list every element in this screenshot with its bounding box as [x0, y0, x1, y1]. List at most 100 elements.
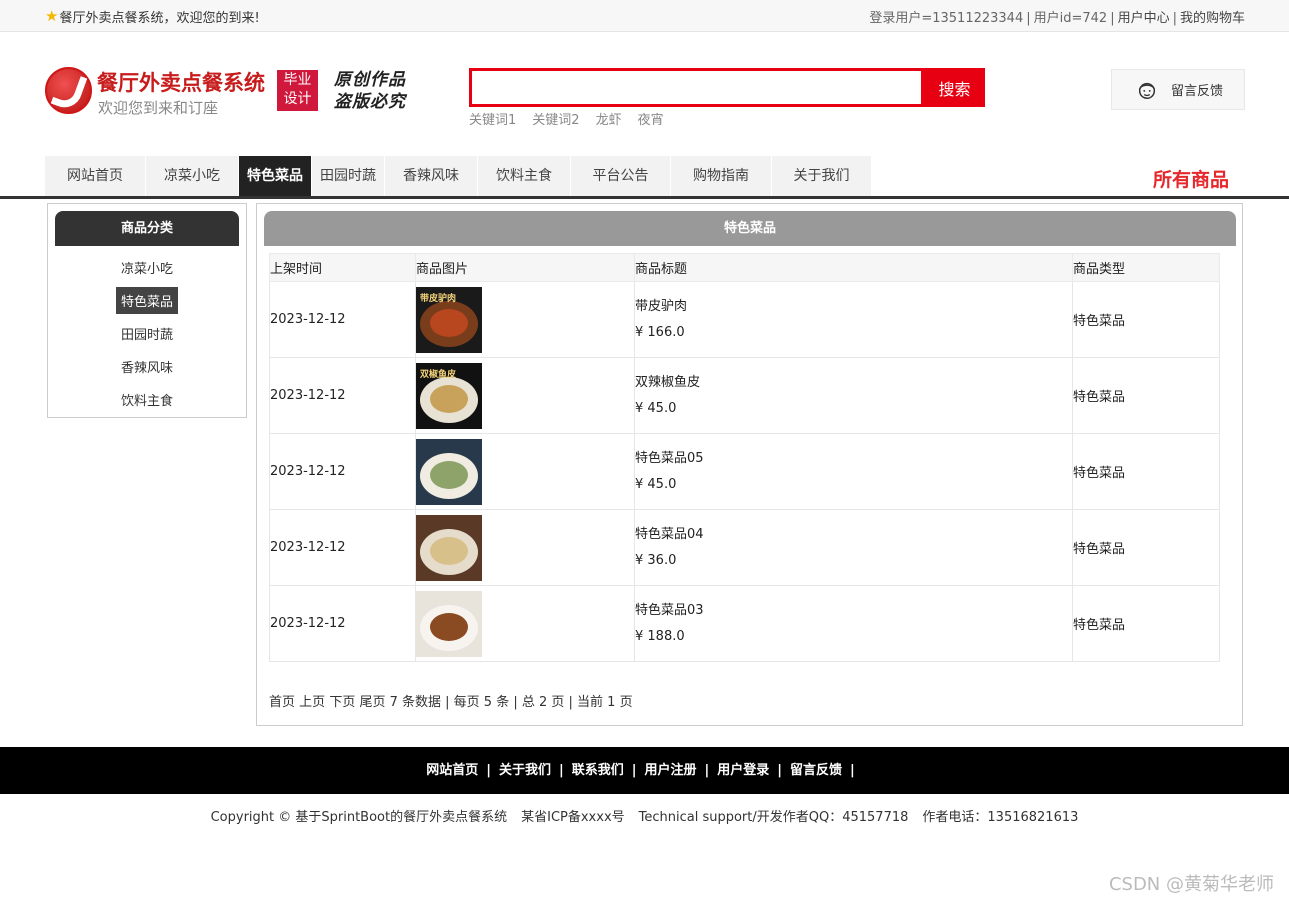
support-text: Technical support/开发作者QQ：45157718	[638, 810, 909, 825]
dish-image[interactable]	[416, 514, 482, 581]
user-center-link[interactable]: 用户中心	[1118, 11, 1170, 26]
nav-item[interactable]: 特色菜品	[239, 156, 311, 196]
footer-separator: |	[631, 763, 637, 778]
cart-link[interactable]: 我的购物车	[1180, 11, 1245, 26]
category-item[interactable]: 凉菜小吃	[48, 251, 246, 284]
footer-link[interactable]: 关于我们	[499, 763, 551, 778]
nav-item[interactable]: 饮料主食	[478, 156, 570, 196]
goods-price: ¥ 45.0	[635, 476, 677, 492]
cell-type: 特色菜品	[1072, 357, 1220, 434]
footer-separator: |	[850, 763, 855, 778]
nav-item[interactable]: 网站首页	[45, 156, 145, 196]
search-box	[469, 68, 924, 107]
hot-keywords: 关键词1 关键词2 龙虾 夜宵	[469, 109, 680, 128]
keyword-link[interactable]: 关键词2	[532, 113, 579, 128]
user-links: 登录用户=13511223344 | 用户id=742 | 用户中心 | 我的购物车	[869, 11, 1245, 26]
site-title: 餐厅外卖点餐系统	[97, 71, 265, 95]
column-header-title: 商品标题	[634, 253, 1073, 282]
goods-title-link[interactable]: 特色菜品05	[635, 446, 1072, 472]
table-row: 2023-12-12 双椒鱼皮 双辣椒鱼皮 ¥ 45.0 特色菜品	[269, 357, 1220, 434]
category-item-label: 田园时蔬	[120, 328, 173, 343]
pagination: 首页 上页 下页 尾页 7 条数据 | 每页 5 条 | 总 2 页 | 当前 …	[269, 691, 633, 710]
nav-item[interactable]: 香辣风味	[385, 156, 477, 196]
nav-item[interactable]: 凉菜小吃	[146, 156, 238, 196]
top-bar: ★ 餐厅外卖点餐系统，欢迎您的到来! 登录用户=13511223344 | 用户id…	[0, 0, 1289, 32]
category-item[interactable]: 田园时蔬	[48, 317, 246, 350]
goods-title-link[interactable]: 特色菜品04	[635, 522, 1072, 548]
pagination-summary: 7 条数据 | 每页 5 条 | 总 2 页 | 当前 1 页	[389, 695, 633, 710]
customer-service-icon	[1138, 82, 1156, 99]
goods-table: 上架时间 商品图片 商品标题 商品类型 2023-12-12 带皮驴肉 带皮驴肉 ¥ …	[269, 253, 1220, 662]
footer-link[interactable]: 留言反馈	[790, 763, 842, 778]
dish-image[interactable]	[416, 590, 482, 657]
cell-date: 2023-12-12	[269, 357, 416, 434]
slogan-line-2: 盗版必究	[334, 92, 406, 112]
goods-price: ¥ 188.0	[635, 628, 685, 644]
dish-image[interactable]: 带皮驴肉	[416, 286, 482, 353]
cell-date: 2023-12-12	[269, 585, 416, 662]
feedback-button[interactable]: 留言反馈	[1111, 69, 1245, 110]
dish-image[interactable]: 双椒鱼皮	[416, 362, 482, 429]
cell-title: 带皮驴肉 ¥ 166.0	[634, 281, 1073, 358]
cell-image	[415, 509, 635, 586]
dish-image[interactable]	[416, 438, 482, 505]
category-item[interactable]: 饮料主食	[48, 383, 246, 416]
footer-separator: |	[486, 763, 491, 778]
nav-divider	[0, 196, 1289, 199]
site-subtitle: 欢迎您到来和订座	[98, 99, 219, 117]
logo-icon[interactable]	[45, 67, 92, 114]
copyright-bar: Copyright © 基于SprintBoot的餐厅外卖点餐系统 某省ICP备x…	[0, 806, 1289, 825]
keyword-link[interactable]: 夜宵	[638, 113, 664, 128]
category-list: 凉菜小吃特色菜品田园时蔬香辣风味饮料主食	[48, 251, 246, 416]
table-row: 2023-12-12 特色菜品03 ¥ 188.0 特色菜品	[269, 585, 1220, 662]
cell-image	[415, 433, 635, 510]
dish-image-tag: 带皮驴肉	[420, 293, 457, 304]
phone-text: 作者电话：13516821613	[922, 810, 1079, 825]
copyright-text: Copyright © 基于SprintBoot的餐厅外卖点餐系统	[210, 810, 508, 825]
cell-type: 特色菜品	[1072, 585, 1220, 662]
watermark: CSDN @黄菊华老师	[1108, 874, 1274, 895]
cell-type: 特色菜品	[1072, 433, 1220, 510]
next-page-link[interactable]: 下页	[329, 695, 355, 710]
slogan: 原创作品 盗版必究	[334, 69, 406, 113]
footer-link[interactable]: 网站首页	[426, 763, 478, 778]
all-goods-link[interactable]: 所有商品	[1153, 165, 1229, 192]
nav-item[interactable]: 购物指南	[671, 156, 771, 196]
footer-links: 网站首页 | 关于我们 | 联系我们 | 用户注册 | 用户登录 | 留言反馈 |	[0, 747, 1289, 794]
category-item-label: 凉菜小吃	[120, 262, 173, 277]
user-id-label: 用户id=742	[1033, 11, 1108, 26]
category-item[interactable]: 香辣风味	[48, 350, 246, 383]
login-user-label: 登录用户=13511223344	[869, 11, 1024, 26]
keyword-link[interactable]: 关键词1	[469, 113, 516, 128]
nav-item[interactable]: 田园时蔬	[312, 156, 384, 196]
footer-separator: |	[558, 763, 564, 778]
goods-title-link[interactable]: 双辣椒鱼皮	[635, 370, 1072, 396]
cell-title: 特色菜品03 ¥ 188.0	[634, 585, 1073, 662]
category-item[interactable]: 特色菜品	[48, 284, 246, 317]
first-page-link[interactable]: 首页	[269, 695, 295, 710]
footer-link[interactable]: 用户注册	[645, 763, 697, 778]
goods-title-link[interactable]: 带皮驴肉	[635, 294, 1072, 320]
goods-price: ¥ 166.0	[635, 324, 685, 340]
keyword-link[interactable]: 龙虾	[596, 113, 622, 128]
prev-page-link[interactable]: 上页	[299, 695, 325, 710]
column-header-image: 商品图片	[415, 253, 635, 282]
cell-image: 双椒鱼皮	[415, 357, 635, 434]
welcome-message: ★ 餐厅外卖点餐系统，欢迎您的到来!	[45, 7, 260, 27]
footer-link[interactable]: 用户登录	[717, 763, 769, 778]
graduation-badge: 毕业 设计	[277, 70, 318, 111]
slogan-line-1: 原创作品	[334, 70, 406, 90]
nav-item[interactable]: 关于我们	[772, 156, 871, 196]
category-item-label: 饮料主食	[120, 394, 173, 409]
table-row: 2023-12-12 特色菜品05 ¥ 45.0 特色菜品	[269, 433, 1220, 510]
goods-title-link[interactable]: 特色菜品03	[635, 598, 1072, 624]
cell-type: 特色菜品	[1072, 509, 1220, 586]
nav-item[interactable]: 平台公告	[571, 156, 670, 196]
search-button[interactable]: 搜索	[924, 68, 985, 107]
last-page-link[interactable]: 尾页	[359, 695, 385, 710]
search-input[interactable]	[472, 71, 921, 104]
icp-text: 某省ICP备xxxx号	[521, 810, 625, 825]
cell-image: 带皮驴肉	[415, 281, 635, 358]
welcome-text: 餐厅外卖点餐系统，欢迎您的到来!	[59, 11, 260, 26]
footer-link[interactable]: 联系我们	[572, 763, 624, 778]
